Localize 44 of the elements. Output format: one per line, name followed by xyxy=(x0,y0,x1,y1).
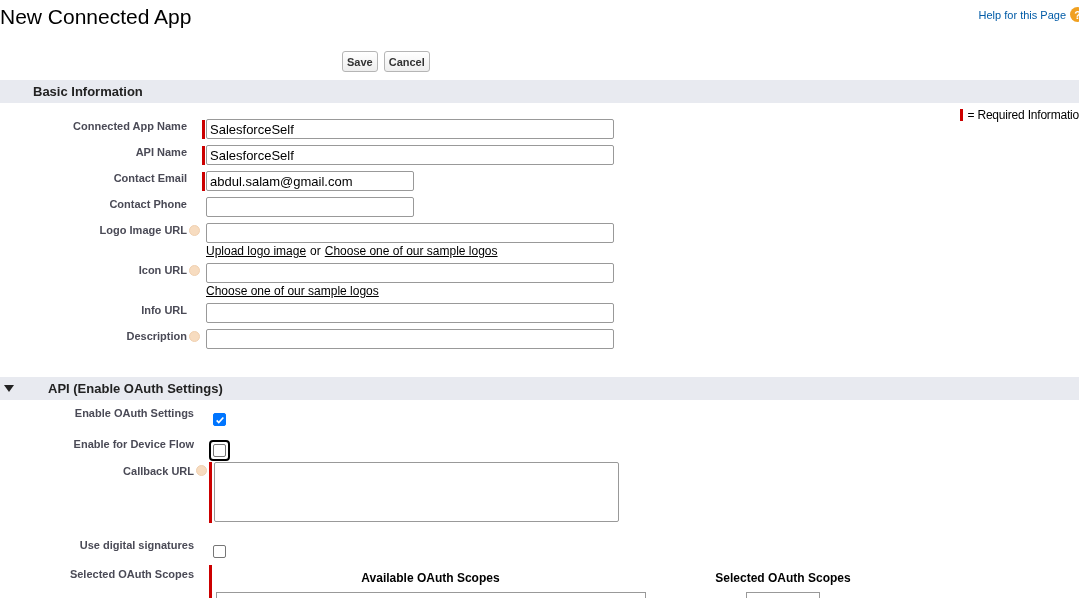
field-label: Connected App Name xyxy=(73,120,187,132)
field-label: Callback URL xyxy=(123,465,194,477)
save-button[interactable]: Save xyxy=(342,51,378,72)
text-area[interactable] xyxy=(214,462,619,522)
cancel-button[interactable]: Cancel xyxy=(383,51,430,72)
section-title: Basic Information xyxy=(33,84,143,99)
checkbox[interactable] xyxy=(213,545,226,558)
help-icon[interactable] xyxy=(189,264,200,276)
page-title: New Connected App xyxy=(0,5,192,29)
required-legend: = Required Informatio xyxy=(967,108,1079,122)
required-marker xyxy=(960,109,964,121)
field-label: Icon URL xyxy=(138,264,187,276)
help-icon[interactable] xyxy=(189,330,200,342)
list-title: Available OAuth Scopes xyxy=(361,571,500,585)
field-label: Logo Image URL xyxy=(99,224,187,236)
input-field[interactable] xyxy=(206,329,614,349)
input-field[interactable]: SalesforceSelf xyxy=(206,119,614,139)
input-field[interactable]: abdul.salam@gmail.com xyxy=(206,171,414,191)
section-title: API (Enable OAuth Settings) xyxy=(48,381,223,396)
field-label: Enable OAuth Settings xyxy=(74,407,194,419)
field-label: Info URL xyxy=(141,304,187,316)
input-field[interactable] xyxy=(206,263,614,283)
field-label: Contact Email xyxy=(113,172,187,184)
input-field[interactable] xyxy=(206,223,614,243)
input-field[interactable] xyxy=(206,197,414,217)
field-label: Selected OAuth Scopes xyxy=(69,568,194,580)
link[interactable]: Choose one of our sample logos xyxy=(206,284,379,298)
field-label: Contact Phone xyxy=(109,198,187,210)
field-label: Description xyxy=(126,330,187,342)
input-field[interactable] xyxy=(206,303,614,323)
checkbox[interactable] xyxy=(213,413,226,426)
help-icon[interactable] xyxy=(189,224,200,236)
link[interactable]: Upload logo image xyxy=(206,244,307,258)
field-label: API Name xyxy=(135,146,187,158)
input-field[interactable]: SalesforceSelf xyxy=(206,145,614,165)
field-label: Use digital signatures xyxy=(79,539,194,551)
collapse-icon[interactable] xyxy=(4,385,14,392)
help-link[interactable]: Help for this Page xyxy=(978,8,1066,21)
list-title: Selected OAuth Scopes xyxy=(715,571,851,585)
field-label: Enable for Device Flow xyxy=(73,438,194,450)
checkbox[interactable] xyxy=(213,444,226,457)
note-text: or xyxy=(310,244,321,258)
link[interactable]: Choose one of our sample logos xyxy=(324,244,498,258)
help-icon[interactable] xyxy=(196,465,207,476)
